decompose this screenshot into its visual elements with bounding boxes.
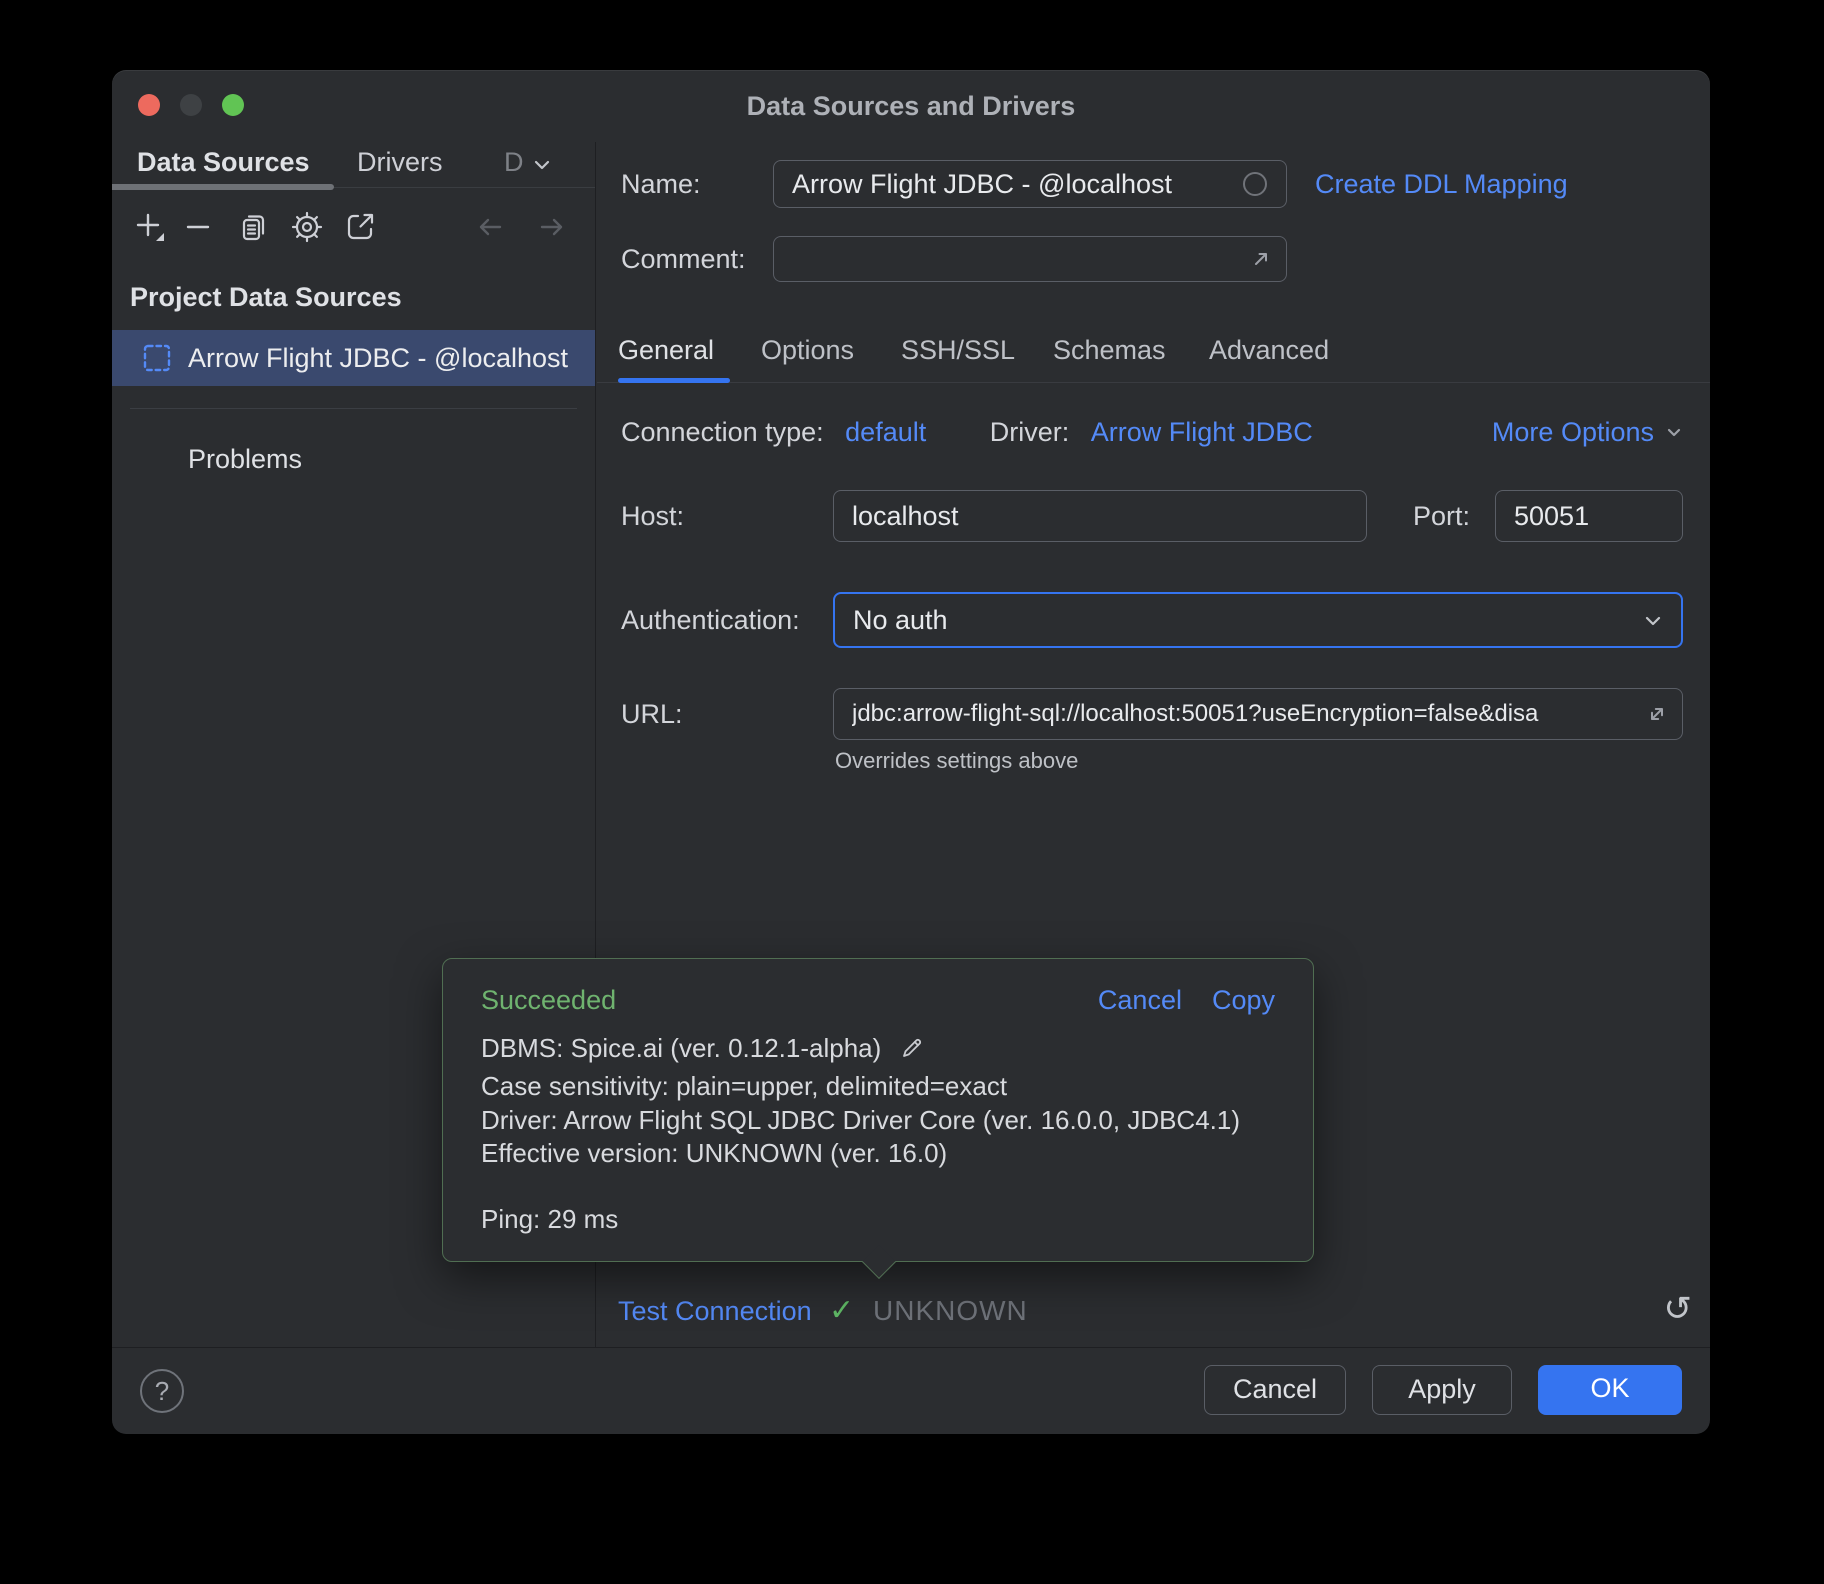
data-source-name: Arrow Flight JDBC - @localhost [188,330,568,386]
tab-data-sources[interactable]: Data Sources [137,142,310,188]
data-sources-dialog: Data Sources and Drivers Data Sources Dr… [112,70,1710,1434]
host-input[interactable] [833,490,1367,542]
more-options-label: More Options [1492,404,1654,460]
popup-cancel-link[interactable]: Cancel [1098,985,1182,1016]
tabs-overflow-chevron-icon[interactable] [530,153,554,182]
driver-label: Driver: [990,417,1070,447]
unknown-dbms-icon [142,343,172,378]
tab-drivers[interactable]: Drivers [357,142,443,188]
settings-tab-bar: General Options SSH/SSL Schemas Advanced [597,322,1710,378]
tabs-divider [597,382,1710,383]
footer-buttons: Cancel Apply OK [1204,1365,1682,1415]
test-connection-row: Test Connection ✓ UNKNOWN ↺ [597,1275,1710,1347]
window-titlebar: Data Sources and Drivers [112,70,1710,142]
list-item-data-source[interactable]: Arrow Flight JDBC - @localhost [112,330,595,386]
tab-general[interactable]: General [618,322,714,378]
popup-copy-link[interactable]: Copy [1212,985,1275,1016]
chevron-down-icon [1641,609,1665,638]
active-tab-underline [618,378,730,383]
host-label: Host: [621,490,684,542]
url-hint-text: Overrides settings above [835,748,1078,774]
popup-case-sensitivity-line: Case sensitivity: plain=upper, delimited… [481,1071,1007,1102]
connection-type-row: Connection type: default Driver: Arrow F… [621,404,1313,460]
comment-input[interactable] [773,236,1287,282]
name-label: Name: [621,160,701,208]
undo-icon[interactable]: ↺ [1664,1275,1693,1347]
test-connection-status: UNKNOWN [873,1275,1028,1347]
connection-type-label: Connection type: [621,417,824,447]
window-title: Data Sources and Drivers [112,70,1710,142]
remove-data-source-button[interactable] [181,210,215,244]
authentication-label: Authentication: [621,592,800,648]
url-label: URL: [621,688,683,740]
more-options-link[interactable]: More Options [1492,404,1684,460]
sidebar-item-problems[interactable]: Problems [188,444,302,475]
connection-type-value[interactable]: default [845,417,926,447]
chevron-down-icon [1664,422,1684,442]
comment-label: Comment: [621,236,746,282]
duplicate-data-source-button[interactable] [236,210,270,244]
project-data-sources-header: Project Data Sources [130,282,402,313]
tab-advanced[interactable]: Advanced [1209,322,1329,378]
tab-options[interactable]: Options [761,322,854,378]
popup-actions: Cancel Copy [1098,985,1275,1016]
url-expand-icon[interactable] [1643,700,1671,733]
ok-button[interactable]: OK [1538,1365,1682,1415]
popup-effective-version-line: Effective version: UNKNOWN (ver. 16.0) [481,1138,947,1169]
tab-ssh-ssl[interactable]: SSH/SSL [901,322,1015,378]
name-input[interactable] [773,160,1287,208]
driver-value-link[interactable]: Arrow Flight JDBC [1091,417,1313,447]
check-icon: ✓ [829,1275,854,1347]
tab-ddl-mappings-truncated[interactable]: D [504,142,524,188]
port-label: Port: [1413,490,1470,542]
comment-expand-icon[interactable] [1249,247,1273,276]
apply-button[interactable]: Apply [1372,1365,1512,1415]
popup-dbms-text: DBMS: Spice.ai (ver. 0.12.1-alpha) [481,1033,881,1063]
popup-status-succeeded: Succeeded [481,985,616,1016]
create-ddl-mapping-link[interactable]: Create DDL Mapping [1315,160,1568,208]
name-field-spinner-icon [1243,172,1267,196]
cancel-button[interactable]: Cancel [1204,1365,1346,1415]
sidebar-toolbar [112,188,595,264]
forward-arrow-icon[interactable] [535,210,569,244]
authentication-value: No auth [853,594,948,646]
test-connection-link[interactable]: Test Connection [618,1275,812,1347]
popup-ping-line: Ping: 29 ms [481,1204,618,1235]
tab-schemas[interactable]: Schemas [1053,322,1166,378]
open-in-new-window-icon[interactable] [343,210,377,244]
url-input[interactable] [833,688,1683,740]
popup-dbms-line: DBMS: Spice.ai (ver. 0.12.1-alpha) [481,1033,925,1068]
authentication-select[interactable]: No auth [833,592,1683,648]
add-data-source-button[interactable] [133,210,167,244]
sidebar-divider [130,408,577,409]
port-input[interactable] [1495,490,1683,542]
data-source-settings-gear-icon[interactable] [290,210,324,244]
back-arrow-icon[interactable] [473,210,507,244]
dialog-footer: ? Cancel Apply OK [112,1347,1710,1434]
help-icon[interactable]: ? [140,1369,184,1413]
test-connection-result-popup: Succeeded Cancel Copy DBMS: Spice.ai (ve… [442,958,1314,1262]
sidebar-tab-bar: Data Sources Drivers D [112,142,595,188]
popup-driver-line: Driver: Arrow Flight SQL JDBC Driver Cor… [481,1105,1240,1136]
edit-pencil-icon[interactable] [899,1035,925,1068]
